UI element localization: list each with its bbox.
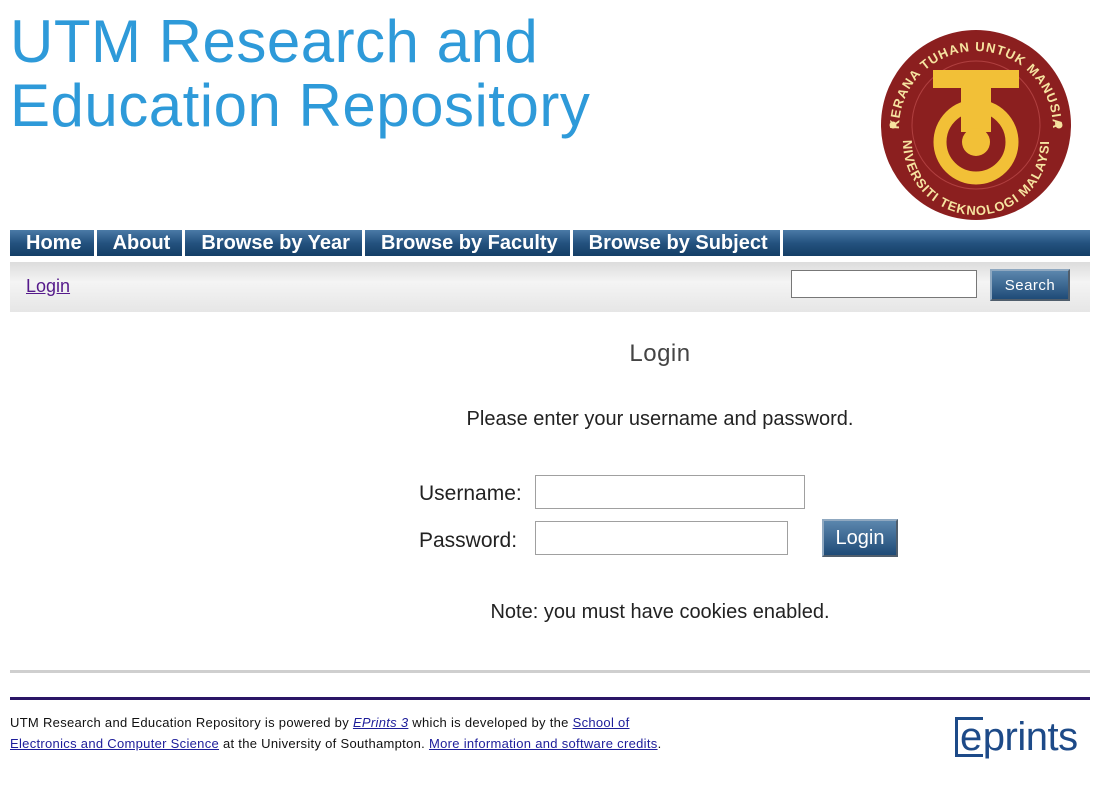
utm-logo: KERANA TUHAN UNTUK MANUSIA UNIVERSITI TE… [871,30,1071,220]
school-link-line2[interactable]: Electronics and Computer Science [10,736,219,751]
eprints-link[interactable]: EPrints 3 [353,715,408,730]
footer-text-3: at the University of Southampton. [219,736,429,751]
site-title: UTM Research and Education Repository [10,10,590,138]
password-label: Password: [419,529,518,552]
footer-text-2: which is developed by the [408,715,573,730]
school-link-line1[interactable]: School of [573,715,630,730]
username-label: Username: [419,482,522,505]
site-title-line1: UTM Research and [10,8,539,75]
username-field[interactable] [535,475,805,509]
footer-divider [10,697,1090,700]
eprints-logo-e: e [955,717,983,757]
logo-emblem-bar [933,70,1019,88]
footer-text-1: UTM Research and Education Repository is… [10,715,353,730]
footer-text-4: . [657,736,662,751]
nav-home[interactable]: Home [10,230,97,256]
logo-dot-right [1055,121,1063,129]
eprints-logo-text: prints [982,715,1078,759]
nav-browse-by-faculty[interactable]: Browse by Faculty [365,230,573,256]
search-button[interactable]: Search [990,269,1070,301]
tool-bar: Login Search [10,262,1090,312]
site-title-line2: Education Repository [10,72,591,139]
login-instructions: Please enter your username and password. [466,408,854,430]
content-divider [10,670,1090,673]
logo-emblem-center [962,128,990,156]
eprints-logo[interactable]: eprints [955,715,1078,760]
nav-browse-by-year[interactable]: Browse by Year [185,230,365,256]
software-credits-link[interactable]: More information and software credits [429,736,658,751]
cookies-note: Note: you must have cookies enabled. [490,601,830,623]
password-field[interactable] [535,521,788,555]
nav-browse-by-subject[interactable]: Browse by Subject [573,230,783,256]
logo-dot-left [889,121,897,129]
nav-about[interactable]: About [97,230,186,256]
logo-emblem-stem-overlay [961,88,991,128]
footer-credits: UTM Research and Education Repository is… [10,712,910,754]
login-link[interactable]: Login [26,276,70,297]
page-title: Login [629,340,691,367]
search-input[interactable] [791,270,977,298]
login-button[interactable]: Login [822,519,898,557]
main-navigation: Home About Browse by Year Browse by Facu… [10,230,1090,256]
